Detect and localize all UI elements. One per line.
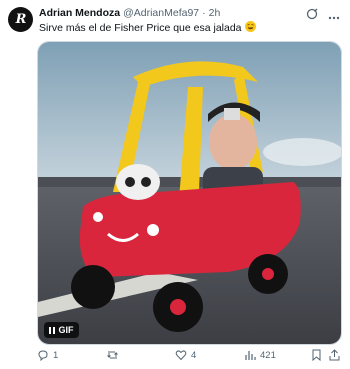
tweet-text: Sirve más el de Fisher Price que esa jal… — [39, 21, 256, 34]
rolling-on-floor-laughing-emoji — [244, 21, 256, 32]
bookmark-button[interactable] — [311, 349, 322, 361]
share-icon — [329, 349, 340, 361]
reply-icon — [38, 350, 48, 361]
author-name[interactable]: Adrian Mendoza — [39, 7, 120, 19]
tweet-text-content: Sirve más el de Fisher Price que esa jal… — [39, 22, 242, 34]
separator-dot: · — [202, 7, 206, 19]
retweet-button[interactable] — [106, 349, 123, 361]
reply-count: 1 — [53, 349, 59, 361]
bookmark-icon — [312, 349, 321, 361]
pause-icon — [49, 326, 55, 334]
views-count: 421 — [260, 349, 276, 361]
more-options-icon[interactable] — [328, 7, 340, 25]
gif-frame — [38, 42, 341, 344]
action-bar: 1 4 421 — [37, 349, 340, 363]
timestamp[interactable]: 2h — [209, 7, 221, 19]
gif-badge[interactable]: GIF — [44, 322, 79, 338]
views-chart-icon — [245, 351, 256, 360]
gif-label: GIF — [58, 325, 74, 335]
share-button[interactable] — [329, 349, 340, 361]
grok-icon[interactable] — [306, 7, 318, 25]
avatar[interactable]: R — [8, 7, 33, 32]
heart-icon — [175, 350, 187, 361]
author-handle[interactable]: @AdrianMefa97 — [123, 7, 199, 19]
tweet-header: Adrian Mendoza @AdrianMefa97 · 2h — [39, 7, 220, 19]
like-button[interactable]: 4 — [175, 349, 196, 361]
like-count: 4 — [191, 349, 197, 361]
views-button[interactable]: 421 — [244, 349, 276, 361]
gif-media[interactable]: GIF — [37, 41, 342, 345]
header-icons — [306, 7, 340, 25]
retweet-icon — [107, 351, 118, 359]
reply-button[interactable]: 1 — [37, 349, 58, 361]
avatar-text: R — [15, 12, 27, 27]
